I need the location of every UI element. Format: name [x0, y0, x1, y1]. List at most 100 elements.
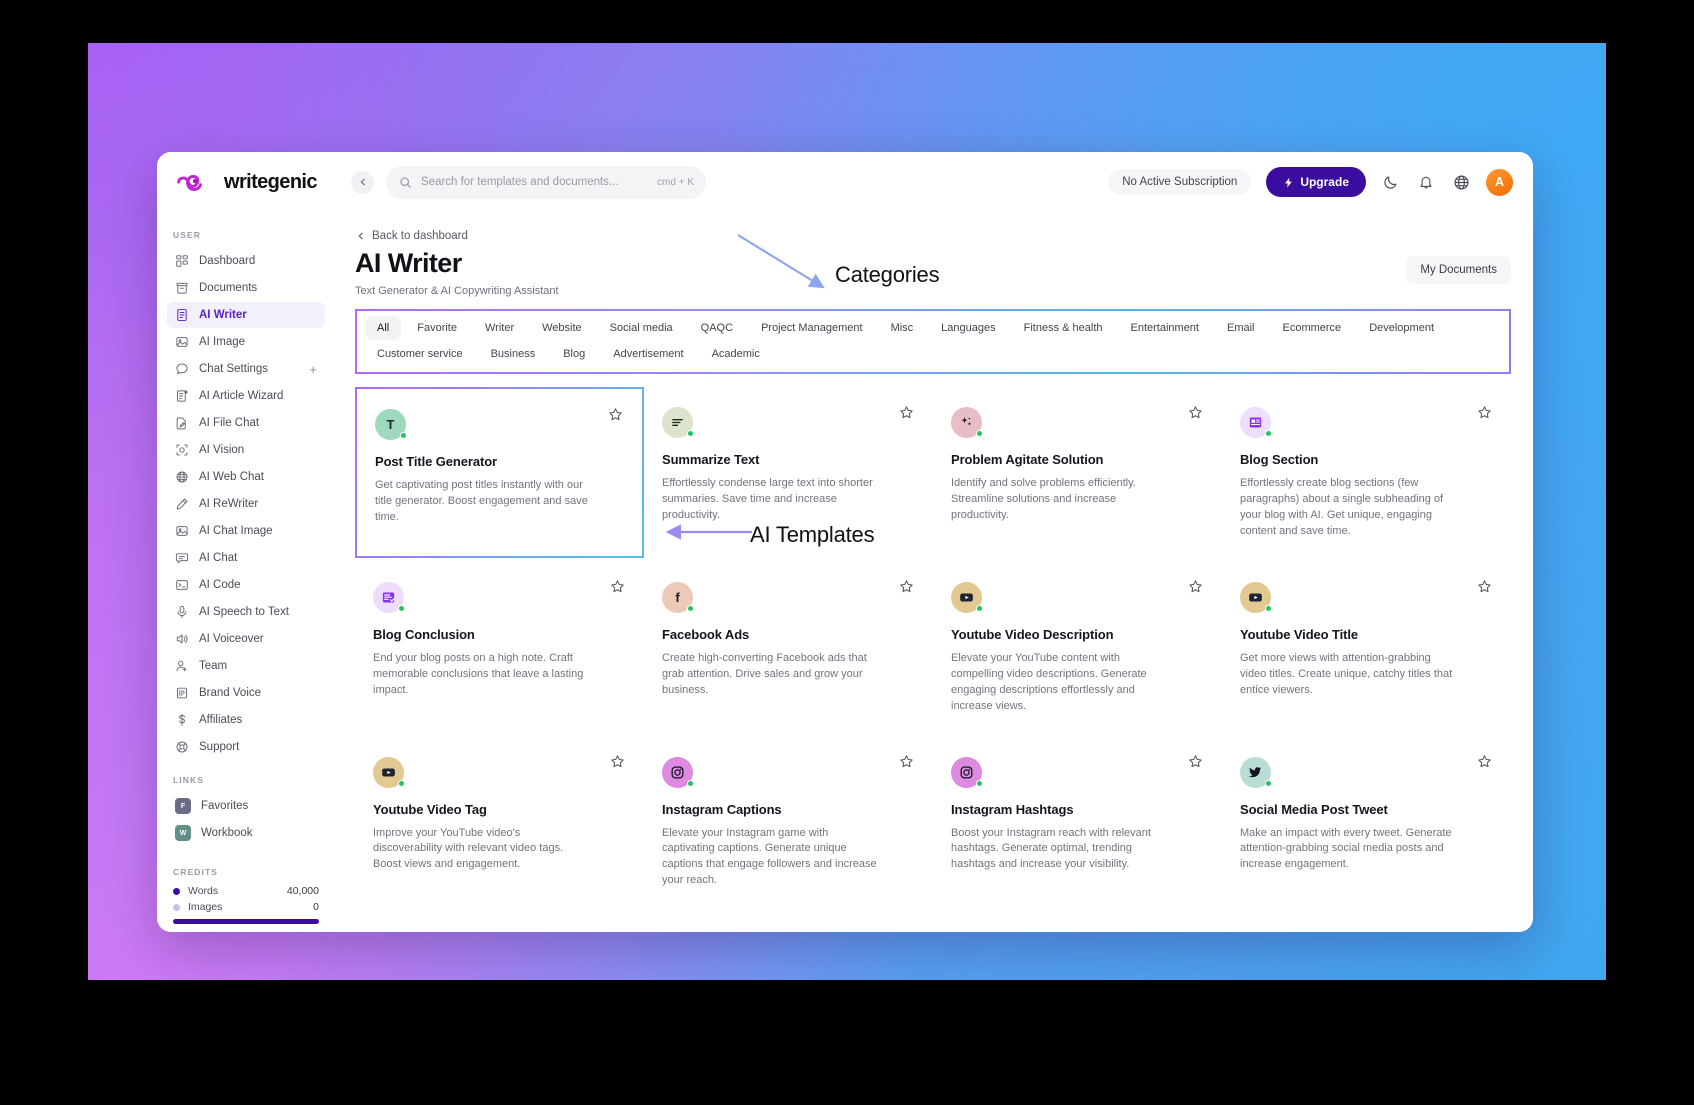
favorite-star-button[interactable]	[606, 751, 628, 773]
sidebar-item-ai-voiceover[interactable]: AI Voiceover	[167, 626, 325, 652]
category-chip-social-media[interactable]: Social media	[598, 316, 685, 340]
favorite-star-button[interactable]	[1184, 751, 1206, 773]
template-card[interactable]: Youtube Video Description Elevate your Yo…	[933, 562, 1222, 733]
category-chip-writer[interactable]: Writer	[473, 316, 526, 340]
status-dot-icon	[976, 779, 983, 787]
avatar[interactable]: A	[1486, 168, 1513, 196]
category-chip-email[interactable]: Email	[1215, 316, 1267, 340]
user-plus-icon	[176, 660, 187, 672]
category-chip-business[interactable]: Business	[479, 342, 548, 366]
favorite-star-button[interactable]	[1184, 576, 1206, 598]
sidebar-item-ai-article-wizard[interactable]: AI Article Wizard	[167, 383, 325, 409]
category-chip-academic[interactable]: Academic	[700, 342, 772, 366]
speaker-icon	[175, 632, 189, 646]
template-card[interactable]: Problem Agitate Solution Identify and sol…	[933, 387, 1222, 558]
category-chip-blog[interactable]: Blog	[551, 342, 597, 366]
favorite-star-button[interactable]	[1473, 576, 1495, 598]
chat-bubble-icon	[175, 362, 189, 376]
sidebar-item-label: Team	[199, 660, 228, 672]
template-card[interactable]: f Facebook Ads Create high-converting Face…	[644, 562, 933, 733]
window-body: USER Dashboard Documents AI Writer AI Image…	[157, 212, 1533, 932]
add-chat-setting-button[interactable]: +	[309, 363, 317, 376]
brand-logo[interactable]: writegenic	[175, 171, 351, 194]
sidebar-item-ai-web-chat[interactable]: AI Web Chat	[167, 464, 325, 490]
template-card[interactable]: Blog Conclusion End your blog posts on a …	[355, 562, 644, 733]
category-chip-fitness-health[interactable]: Fitness & health	[1012, 316, 1115, 340]
sidebar-item-affiliates[interactable]: Affiliates	[167, 707, 325, 733]
back-to-dashboard-link[interactable]: Back to dashboard	[357, 230, 1511, 242]
sidebar-item-ai-writer[interactable]: AI Writer	[167, 302, 325, 328]
category-chip-all[interactable]: All	[365, 316, 402, 340]
category-chip-website[interactable]: Website	[530, 316, 594, 340]
favorite-star-button[interactable]	[895, 576, 917, 598]
favorite-star-button[interactable]	[604, 403, 626, 425]
category-chip-misc[interactable]: Misc	[879, 316, 926, 340]
sidebar-item-dashboard[interactable]: Dashboard	[167, 248, 325, 274]
screen-frame-top	[0, 0, 1694, 43]
sidebar-link-favorites[interactable]: F Favorites	[167, 793, 325, 819]
sidebar-item-ai-vision[interactable]: AI Vision	[167, 437, 325, 463]
screen-frame-left	[0, 0, 88, 1105]
category-chip-ecommerce[interactable]: Ecommerce	[1271, 316, 1354, 340]
credit-value: 0	[313, 901, 319, 913]
globe-icon	[175, 470, 189, 484]
terminal-icon	[175, 578, 189, 592]
category-chip-languages[interactable]: Languages	[929, 316, 1007, 340]
favorite-star-button[interactable]	[1184, 401, 1206, 423]
sidebar-item-chat-settings[interactable]: Chat Settings +	[167, 356, 325, 382]
category-chip-entertainment[interactable]: Entertainment	[1119, 316, 1211, 340]
sidebar-link-label: Workbook	[201, 827, 253, 839]
grid-icon	[176, 255, 188, 267]
chevron-left-icon	[358, 232, 363, 240]
sidebar-item-label: AI Speech to Text	[199, 606, 289, 618]
credit-dot-icon	[173, 903, 180, 911]
template-card[interactable]: Blog Section Effortlessly create blog sec…	[1222, 387, 1511, 558]
template-card[interactable]: Social Media Post Tweet Make an impact wi…	[1222, 737, 1511, 908]
search-bar[interactable]: cmd + K	[386, 165, 706, 199]
category-chip-qaqc[interactable]: QAQC	[689, 316, 745, 340]
category-chip-advertisement[interactable]: Advertisement	[601, 342, 695, 366]
archive-icon	[176, 282, 188, 294]
sidebar-item-ai-image[interactable]: AI Image	[167, 329, 325, 355]
sidebar-item-brand-voice[interactable]: Brand Voice	[167, 680, 325, 706]
sidebar-collapse-button[interactable]	[351, 170, 374, 194]
favorite-star-button[interactable]	[895, 401, 917, 423]
sidebar-item-ai-file-chat[interactable]: AI File Chat	[167, 410, 325, 436]
category-chip-favorite[interactable]: Favorite	[405, 316, 469, 340]
category-chip-customer-service[interactable]: Customer service	[365, 342, 475, 366]
my-documents-button[interactable]: My Documents	[1406, 256, 1511, 284]
search-input[interactable]	[421, 176, 649, 188]
status-dot-icon	[1265, 779, 1272, 787]
category-chip-project-management[interactable]: Project Management	[749, 316, 875, 340]
template-card[interactable]: Instagram Captions Elevate your Instagram…	[644, 737, 933, 908]
microphone-icon	[175, 605, 189, 619]
credit-rows: Words 40,000 Images 0	[173, 885, 319, 913]
template-icon-wrapper	[1240, 756, 1272, 788]
sidebar-item-ai-code[interactable]: AI Code	[167, 572, 325, 598]
favorite-star-button[interactable]	[1473, 751, 1495, 773]
template-card[interactable]: Instagram Hashtags Boost your Instagram r…	[933, 737, 1222, 908]
article-wizard-icon	[177, 390, 188, 402]
favorite-star-button[interactable]	[606, 576, 628, 598]
favorite-star-button[interactable]	[895, 751, 917, 773]
theme-toggle-button[interactable]	[1381, 172, 1401, 192]
sidebar-item-documents[interactable]: Documents	[167, 275, 325, 301]
favorite-star-button[interactable]	[1473, 401, 1495, 423]
sidebar-item-team[interactable]: Team	[167, 653, 325, 679]
notifications-button[interactable]	[1416, 172, 1436, 192]
template-card[interactable]: Youtube Video Title Get more views with a…	[1222, 562, 1511, 733]
sidebar-item-support[interactable]: Support	[167, 734, 325, 760]
sidebar-link-workbook[interactable]: W Workbook	[167, 820, 325, 846]
sidebar-item-ai-speech-to-text[interactable]: AI Speech to Text	[167, 599, 325, 625]
template-card[interactable]: Youtube Video Tag Improve your YouTube vi…	[355, 737, 644, 908]
category-chip-development[interactable]: Development	[1357, 316, 1446, 340]
template-card[interactable]: T Post Title Generator Get captivating pos…	[355, 387, 644, 558]
sidebar-item-ai-chat-image[interactable]: AI Chat Image	[167, 518, 325, 544]
language-button[interactable]	[1451, 172, 1471, 192]
sidebar-item-ai-chat[interactable]: AI Chat	[167, 545, 325, 571]
lifebuoy-icon	[176, 741, 188, 753]
sidebar-item-ai-rewriter[interactable]: AI ReWriter	[167, 491, 325, 517]
sidebar-links: F Favorites W Workbook	[167, 793, 325, 847]
credit-value: 40,000	[286, 885, 319, 897]
upgrade-button[interactable]: Upgrade	[1266, 167, 1366, 197]
